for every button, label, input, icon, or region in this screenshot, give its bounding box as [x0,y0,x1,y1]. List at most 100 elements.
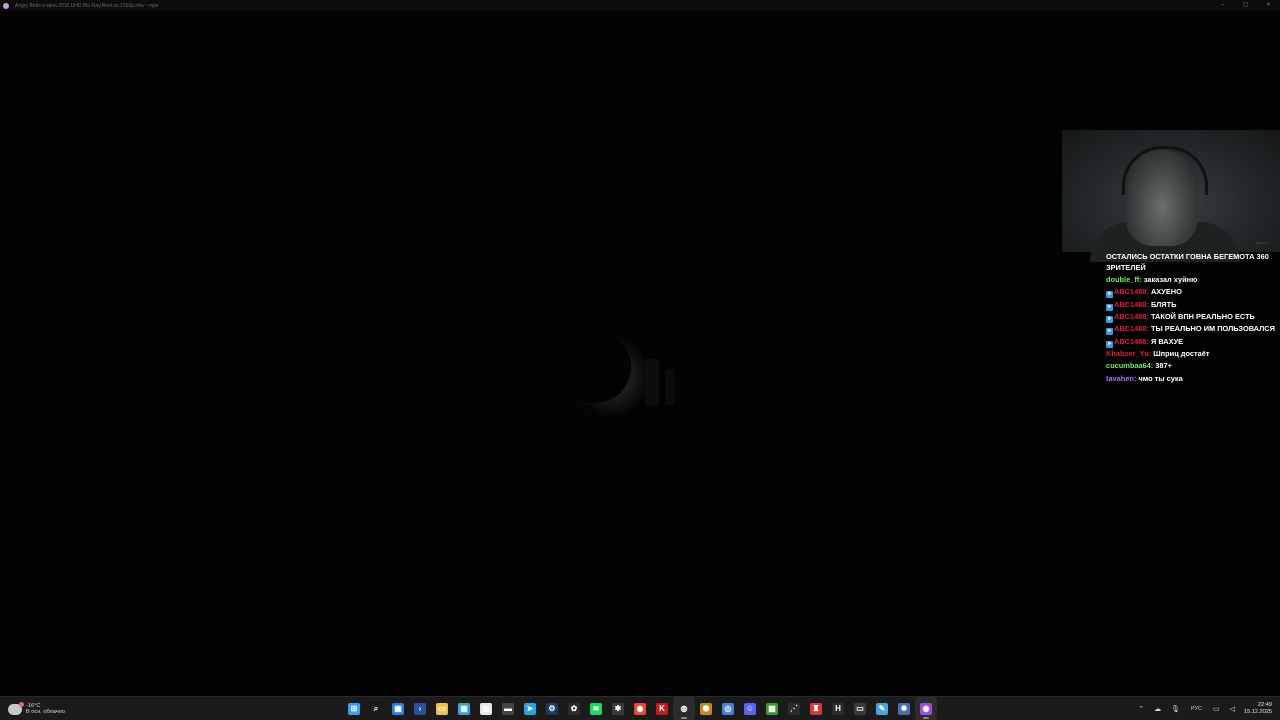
window-title: Angry Birds в кино.2016.UHD.Blu-Ray.Rem.… [15,2,159,9]
taskbar-button-store[interactable]: ▤ [475,697,497,720]
taskbar-button-spotify[interactable]: ≋ [585,697,607,720]
webcam-watermark: fluteroid [1256,241,1267,245]
taskbar-button-start[interactable]: ⊞ [343,697,365,720]
control-panel-icon: ✹ [898,702,910,715]
tray-chevron-icon[interactable]: ⌃ [1138,705,1144,713]
chat-text: чмо ты сука [1138,373,1183,383]
close-button[interactable]: ✕ [1257,0,1280,11]
chat-messages: double_ff: заказал хуйню ➤ ABC1488: АХУЕНО… [1106,274,1276,385]
taskbar-button-chatgpt[interactable]: ✿ [563,697,585,720]
taskbar-button-h-app[interactable]: H [827,697,849,720]
chat-message: ➤ ABC1488: БЛЯТЬ [1106,299,1177,311]
weather-condition: В осн. облачно [26,709,65,715]
taskbar-button-settings-gear[interactable]: ✱ [607,697,629,720]
minecraft-icon: ▩ [766,702,778,715]
taskbar-button-file-explorer[interactable]: ▭ [431,697,453,720]
taskbar-button-notes[interactable]: ✎ [871,697,893,720]
store-icon: ▤ [480,702,492,715]
video-area[interactable] [0,11,1280,696]
minimize-button[interactable]: – [1211,0,1234,11]
subscriber-badge-icon: ➤ [1106,303,1113,311]
browser-icon: ◎ [722,702,734,715]
chat-text: БЛЯТЬ [1150,299,1177,309]
chat-text: ТАКОЙ ВПН РЕАЛЬНО ЕСТЬ [1150,312,1255,322]
clock-time: 22:49 [1258,701,1272,708]
chat-message: ➤ ABC1488: ТАКОЙ ВПН РЕАЛЬНО ЕСТЬ [1106,312,1255,324]
microphone-icon[interactable]: 🎙 [1171,705,1180,713]
taskbar-button-minecraft[interactable]: ▩ [761,697,783,720]
taskbar-button-chrome[interactable]: ◉ [629,697,651,720]
terminal-icon: ▬ [502,702,514,715]
window-titlebar: Angry Birds в кино.2016.UHD.Blu-Ray.Rem.… [0,0,1280,11]
taskbar-button-cmd[interactable]: ▭ [849,697,871,720]
taskbar-button-powershell[interactable]: › [409,697,431,720]
chat-username: cucumbaa64 [1106,361,1151,371]
weather-widget[interactable]: -16°C В осн. облачно [8,699,65,719]
chat-message: ➤ ABC1488: ТЫ РЕАЛЬНО ИМ ПОЛЬЗОВАЛСЯ [1106,324,1275,336]
mpv-app-icon [3,2,9,9]
steam-icon: ⚙ [546,702,558,715]
kick-icon: K [656,702,668,715]
chat-message: ➤ ABC1488: АХУЕНО [1106,287,1182,299]
taskbar-button-telegram[interactable]: ➤ [519,697,541,720]
taskbar-button-search[interactable]: ⌕ [365,697,387,720]
spotify-icon: ≋ [590,702,602,715]
chat-text: АХУЕНО [1150,287,1182,297]
tray-app-icon[interactable]: ☁ [1154,705,1161,713]
telegram-icon: ➤ [524,702,536,715]
subscriber-badge-icon: ➤ [1106,340,1113,348]
widgets-icon: ▦ [392,702,404,715]
tool-icon: ⋰ [788,702,800,715]
chat-username: ABC1488 [1114,287,1147,297]
chat-username: ABC1488 [1114,312,1147,322]
maximize-button[interactable]: ▢ [1234,0,1257,11]
start-icon: ⊞ [348,702,360,715]
powershell-icon: › [414,702,426,715]
chat-text: заказал хуйню [1143,275,1198,285]
taskbar-button-photos[interactable]: ▣ [453,697,475,720]
cloud-icon [8,701,24,715]
chatgpt-icon: ✿ [568,702,580,715]
volume-icon[interactable]: ◁ [1230,705,1235,713]
chat-message: Khabser_Yu: Шприц достаёт [1106,348,1210,358]
chat-text: ТЫ РЕАЛЬНО ИМ ПОЛЬЗОВАЛСЯ [1150,324,1275,334]
clock-date: 15.12.2025 [1244,708,1272,715]
notes-icon: ✎ [876,702,888,715]
h-app-icon: H [832,702,844,715]
taskbar-button-tool[interactable]: ⋰ [783,697,805,720]
language-indicator[interactable]: РУС [1191,706,1202,712]
subscriber-badge-icon: ➤ [1106,328,1113,336]
chat-username: ABC1488 [1114,299,1147,309]
settings-gear-icon: ✱ [612,702,624,715]
taskbar-button-control-panel[interactable]: ✹ [893,697,915,720]
taskbar-button-obs[interactable]: ◍ [673,697,695,720]
taskbar-button-mpv[interactable]: ◉ [915,697,937,720]
photos-icon: ▣ [458,702,470,715]
taskbar-button-discord[interactable]: ☺ [739,697,761,720]
subscriber-badge-icon: ➤ [1106,316,1113,324]
taskbar-apps: ⊞ ⌕ ▦ › ▭ ▣ ▤ ▬ ➤ ⚙ ✿ ≋ ✱ ◉ K ◍ ⬢ ◎ ☺ ▩ ⋰ ♜ H ▭ ✎ ✹ ◉ [343,697,937,720]
window-controls: – ▢ ✕ [1211,0,1280,11]
mpv-icon: ◉ [920,702,932,715]
taskbar-button-widgets[interactable]: ▦ [387,697,409,720]
taskbar-button-battlenet[interactable]: ⬢ [695,697,717,720]
chat-message: ➤ ABC1488: Я ВАХУЕ [1106,336,1184,348]
cmd-icon: ▭ [854,702,866,715]
chat-header: ОСТАЛИСЬ ОСТАТКИ ГОВНА БЕГЕМОТА 360 ЗРИТ… [1106,252,1269,272]
system-tray: ⌃ ☁ 🎙 РУС ▭ ◁ 22:49 15.12.2025 [1133,697,1280,720]
taskbar-button-browser[interactable]: ◎ [717,697,739,720]
battlenet-icon: ⬢ [700,702,712,715]
taskbar-button-terminal[interactable]: ▬ [497,697,519,720]
taskbar: -16°C В осн. облачно ⊞ ⌕ ▦ › ▭ ▣ ▤ ▬ ➤ ⚙ ✿ ≋ ✱ ◉ K ◍ ⬢ ◎ ☺… [0,696,1280,720]
chrome-icon: ◉ [634,702,646,715]
network-icon[interactable]: ▭ [1213,705,1220,713]
clock[interactable]: 22:49 15.12.2025 [1244,702,1272,716]
obs-icon: ◍ [678,702,690,715]
taskbar-button-steam[interactable]: ⚙ [541,697,563,720]
chat-username: ABC1488 [1114,324,1147,334]
taskbar-button-game[interactable]: ♜ [805,697,827,720]
taskbar-button-kick[interactable]: K [651,697,673,720]
stream-chat-overlay: ОСТАЛИСЬ ОСТАТКИ ГОВНА БЕГЕМОТА 360 ЗРИТ… [1106,252,1276,385]
chat-text: Я ВАХУЕ [1150,336,1184,346]
game-icon: ♜ [810,702,822,715]
